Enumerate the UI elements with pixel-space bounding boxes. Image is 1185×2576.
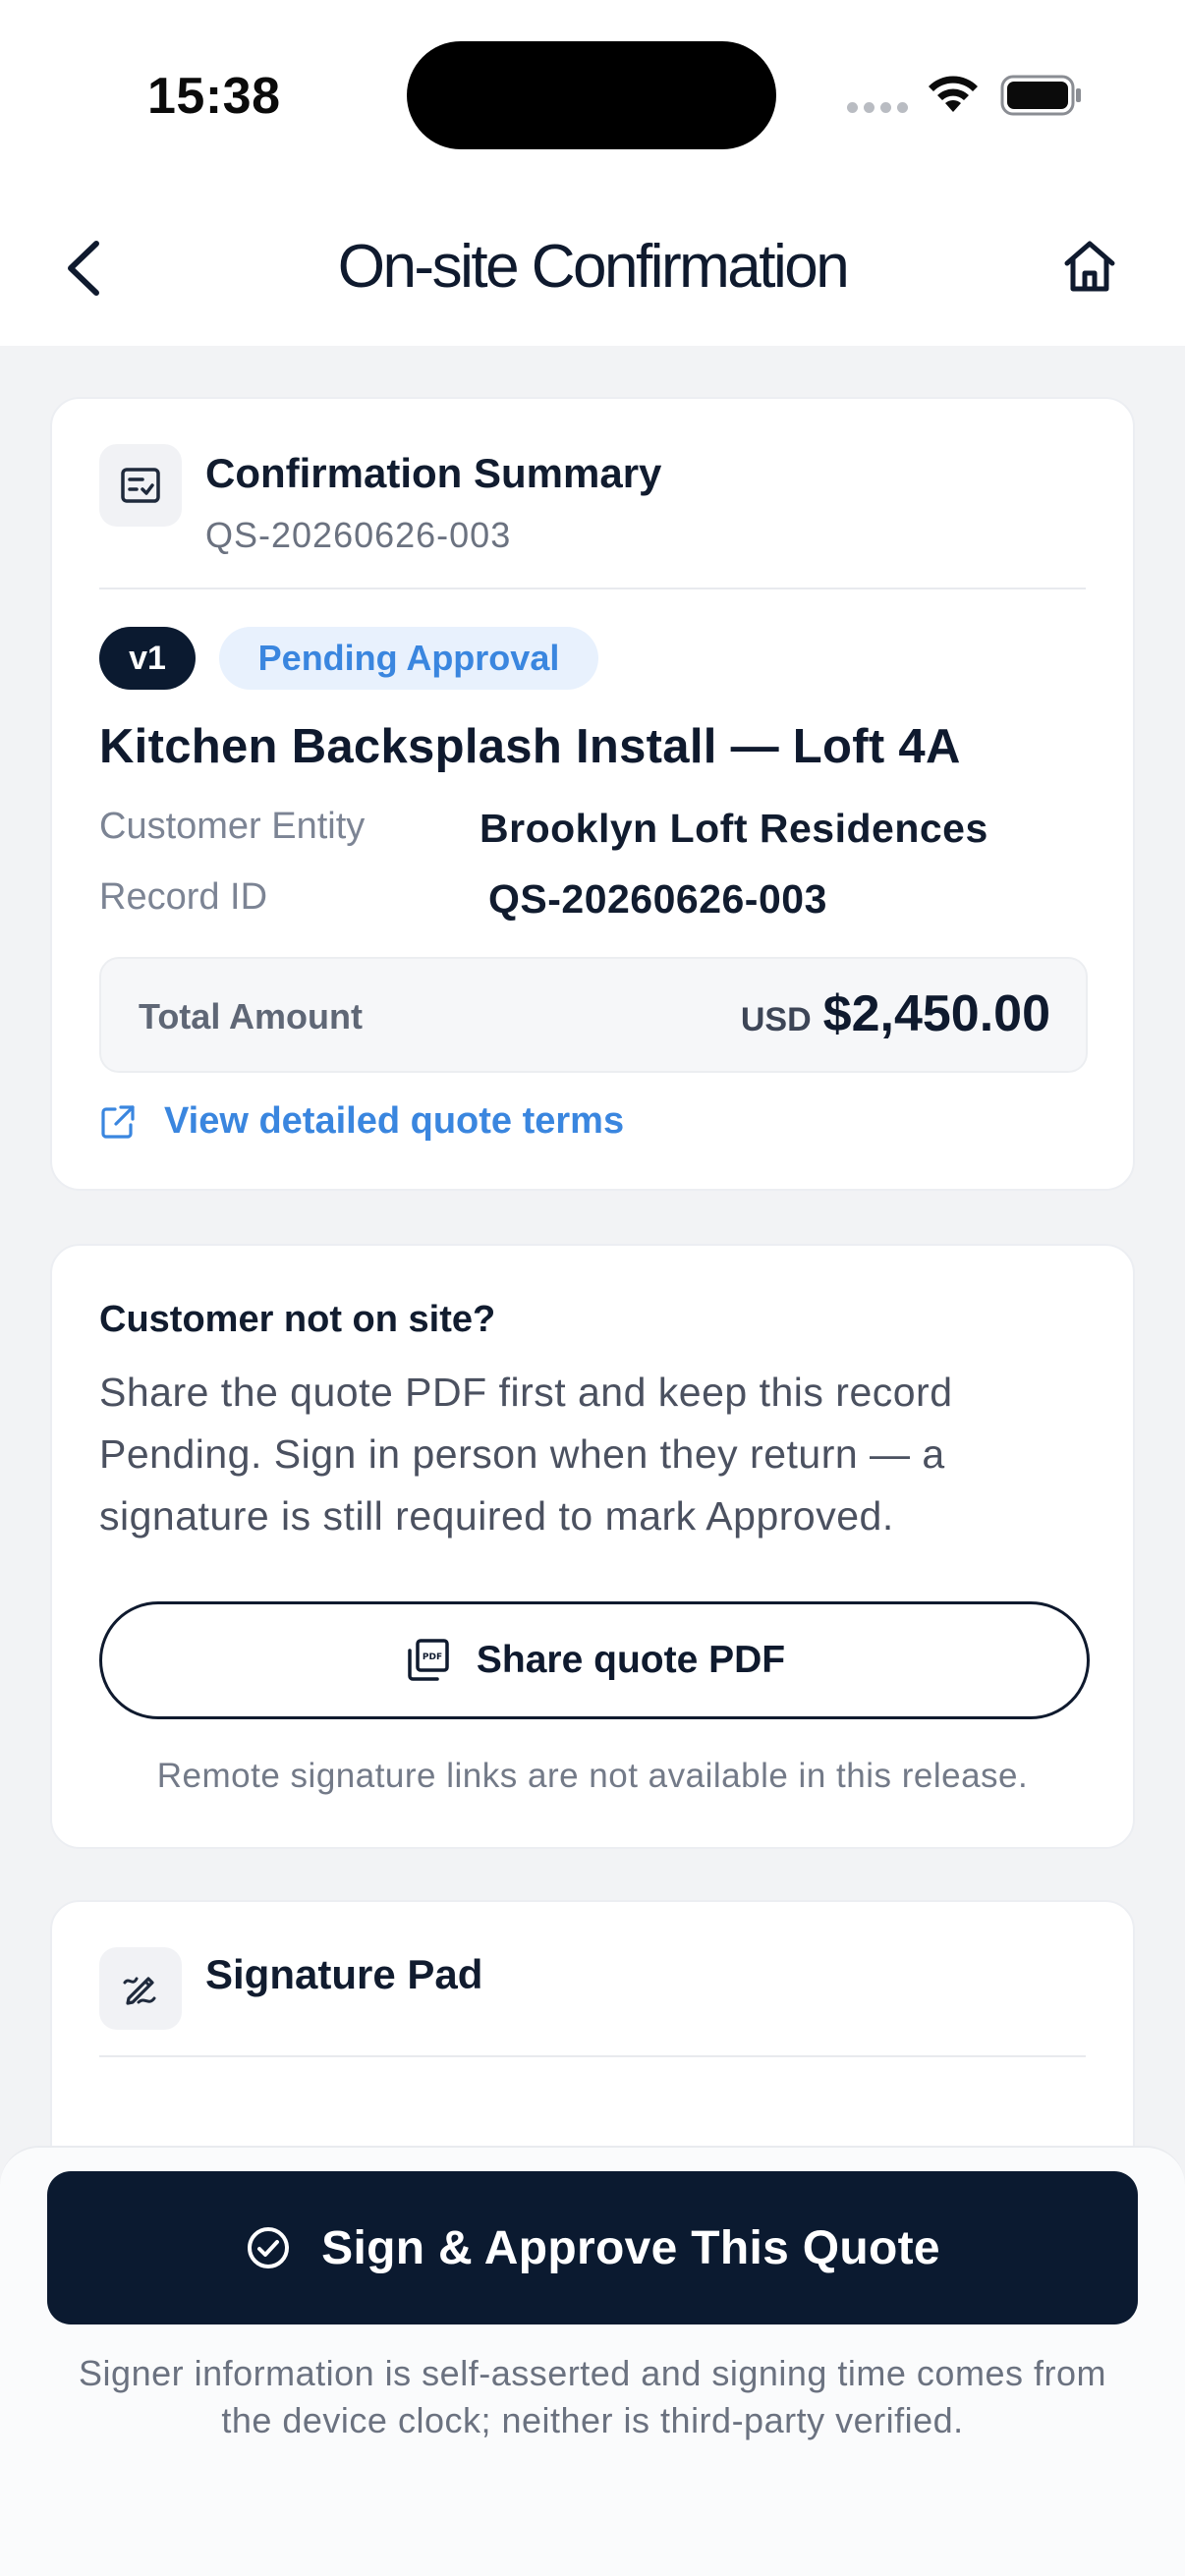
page-title: On-site Confirmation [337,233,850,301]
nav-bar: On-site Confirmation [0,196,1185,346]
bottom-action-bar: Sign & Approve This Quote Signer informa… [0,2146,1185,2576]
sign-approve-label: Sign & Approve This Quote [321,2221,940,2274]
status-time: 15:38 [147,68,281,125]
wifi-icon [929,76,978,112]
status-bar: 15:38 [0,0,1185,196]
home-icon[interactable] [1059,236,1120,297]
project-title: Kitchen Backsplash Install — Loft 4A [99,720,961,773]
notice-body: Share the quote PDF first and keep this … [99,1370,953,1539]
svg-text:PDF: PDF [423,1652,442,1662]
view-quote-terms-link[interactable]: View detailed quote terms [99,1100,624,1143]
customer-entity-value: Brooklyn Loft Residences [480,806,988,851]
dynamic-island [407,41,776,149]
check-circle-icon [248,2227,290,2268]
status-badge: Pending Approval [219,627,598,690]
total-amount-value: $2,450.00 [822,985,1050,1042]
view-quote-terms-label: View detailed quote terms [164,1100,625,1142]
remote-signature-note: Remote signature links are not available… [156,1757,1029,1795]
customer-not-on-site-card: Customer not on site? Share the quote PD… [50,1244,1135,1849]
confirmation-summary-card: Confirmation Summary QS-20260626-003 v1 … [50,397,1135,1191]
total-amount-label: Total Amount [139,996,363,1036]
customer-entity-label: Customer Entity [99,806,366,847]
pdf-icon: PDF [408,1639,449,1681]
card-subtitle: QS-20260626-003 [205,515,512,555]
record-id-label: Record ID [99,876,268,918]
checklist-icon [99,444,182,527]
divider [99,588,1086,589]
card-title: Signature Pad [205,1951,483,1997]
version-badge: v1 [99,627,196,690]
external-link-icon [101,1104,135,1139]
total-amount-box: Total Amount USD $2,450.00 [99,957,1088,1073]
signal-icon [847,102,908,113]
notice-title: Customer not on site? [99,1299,496,1340]
record-id-value: QS-20260626-003 [488,876,827,922]
total-amount: USD $2,450.00 [741,984,1050,1043]
sign-approve-button[interactable]: Sign & Approve This Quote [47,2171,1138,2324]
currency-code: USD [740,1001,812,1038]
signature-icon [99,1947,182,2030]
battery-icon [1000,75,1081,116]
divider [99,2055,1086,2057]
card-title: Confirmation Summary [205,450,662,496]
share-quote-pdf-label: Share quote PDF [476,1639,786,1681]
signer-disclaimer: Signer information is self-asserted and … [79,2353,1106,2440]
share-quote-pdf-button[interactable]: PDF Share quote PDF [99,1601,1090,1719]
